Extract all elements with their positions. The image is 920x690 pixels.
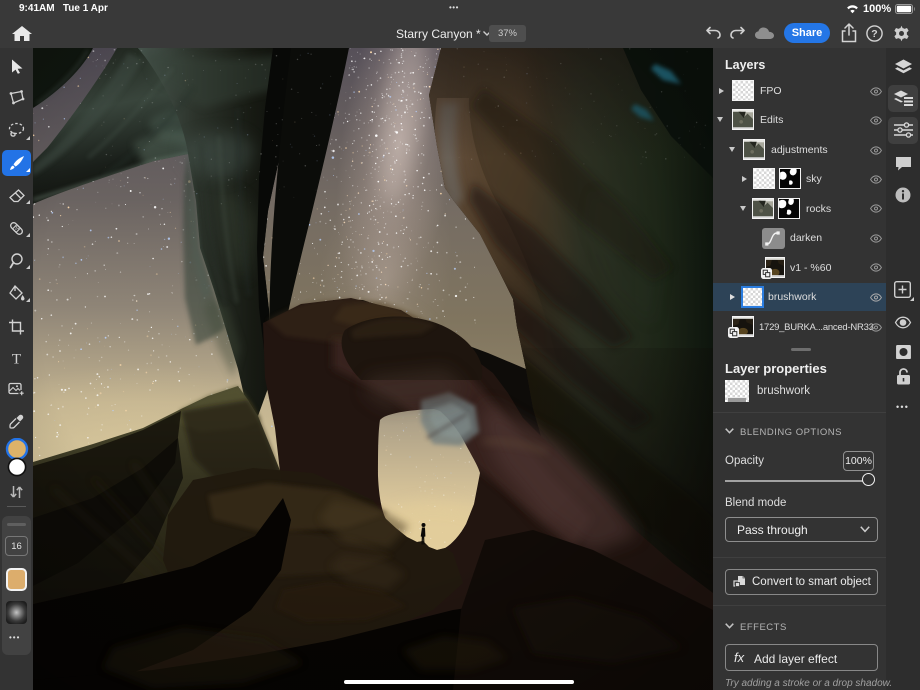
svg-text:T: T: [12, 352, 21, 366]
svg-text:?: ?: [871, 28, 877, 40]
